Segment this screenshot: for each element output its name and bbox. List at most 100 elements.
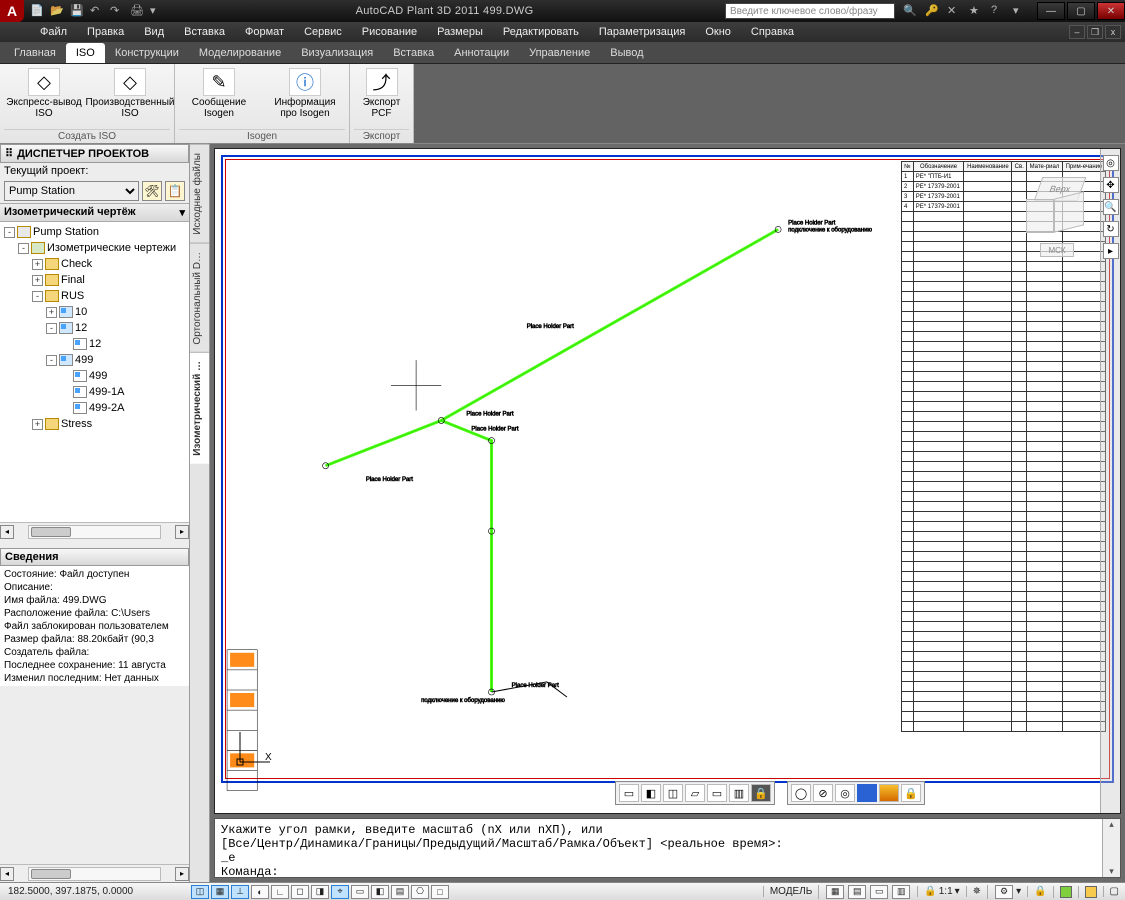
nav-wheel-icon[interactable]: ◎ bbox=[1103, 155, 1119, 171]
menu-format[interactable]: Формат bbox=[235, 24, 294, 40]
menu-help[interactable]: Справка bbox=[741, 24, 804, 40]
save-icon[interactable]: 💾 bbox=[70, 4, 84, 18]
workspace-switch[interactable]: ⚙▾ bbox=[987, 885, 1027, 899]
tree-scrollbar[interactable]: ◂ ▸ bbox=[0, 522, 189, 540]
tree-twisty[interactable]: - bbox=[4, 227, 15, 238]
open-icon[interactable]: 📂 bbox=[50, 4, 64, 18]
panel-grip-icon[interactable]: ⠿ bbox=[5, 147, 13, 160]
scroll-thumb[interactable] bbox=[31, 527, 71, 537]
status-toggle[interactable]: ◨ bbox=[311, 885, 329, 899]
iso-drawings-header[interactable]: Изометрический чертёж ▾ bbox=[0, 203, 189, 222]
viewcube-right[interactable] bbox=[1054, 191, 1084, 232]
redo-icon[interactable]: ↷ bbox=[110, 4, 124, 18]
tree-twisty[interactable]: - bbox=[32, 291, 43, 302]
ribbon-tab-structures[interactable]: Конструкции bbox=[105, 43, 189, 63]
vs-icon[interactable]: ◯ bbox=[791, 784, 811, 802]
tree-label[interactable]: 499-1A bbox=[89, 384, 124, 400]
clean-screen[interactable]: ▢ bbox=[1103, 886, 1125, 897]
layout-icon[interactable]: ▭ bbox=[619, 784, 639, 802]
subscription-icon[interactable]: 🔑 bbox=[925, 4, 939, 18]
favorite-icon[interactable]: ★ bbox=[969, 4, 983, 18]
tree-twisty[interactable]: - bbox=[18, 243, 29, 254]
status-toggle[interactable]: ◐ bbox=[251, 885, 269, 899]
gear-icon[interactable]: ⚙ bbox=[995, 885, 1013, 899]
status-toggle[interactable]: ▤ bbox=[391, 885, 409, 899]
help-icon[interactable]: ? bbox=[991, 4, 1005, 18]
project-tree[interactable]: -Pump Station-Изометрические чертежи+Che… bbox=[0, 222, 189, 522]
model-space-button[interactable]: МОДЕЛЬ bbox=[763, 886, 818, 897]
vs-icon[interactable]: ⊘ bbox=[813, 784, 833, 802]
new-icon[interactable]: 📄 bbox=[30, 4, 44, 18]
menu-view[interactable]: Вид bbox=[134, 24, 174, 40]
status-toggle[interactable]: ⊥ bbox=[231, 885, 249, 899]
tree-label[interactable]: 10 bbox=[75, 304, 87, 320]
commandline[interactable]: Укажите угол рамки, введите масштаб (nX … bbox=[214, 818, 1121, 878]
status-toggle[interactable]: ⌖ bbox=[331, 885, 349, 899]
doc-restore-button[interactable]: ❐ bbox=[1087, 25, 1103, 39]
quickview-drawings-icon[interactable]: ▤ bbox=[848, 885, 866, 899]
layout-icon[interactable]: ◧ bbox=[641, 784, 661, 802]
chevron-down-icon[interactable]: ▾ bbox=[179, 206, 185, 219]
side-tab-source[interactable]: Исходные файлы bbox=[190, 144, 209, 243]
viewcube-wcs[interactable]: МСК bbox=[1040, 243, 1074, 257]
commandline-text[interactable]: Укажите угол рамки, введите масштаб (nX … bbox=[215, 819, 1102, 877]
qat-dropdown-icon[interactable]: ▾ bbox=[150, 4, 164, 18]
project-tool2-icon[interactable]: 📋 bbox=[165, 181, 185, 201]
isogen-message-button[interactable]: ✎Сообщение Isogen bbox=[179, 66, 259, 129]
menu-tools[interactable]: Сервис bbox=[294, 24, 352, 40]
side-tab-ortho[interactable]: Ортогональный D… bbox=[190, 243, 209, 353]
status-toggle[interactable]: ∟ bbox=[271, 885, 289, 899]
ribbon-tab-home[interactable]: Главная bbox=[4, 43, 66, 63]
nav-showmotion-icon[interactable]: ▸ bbox=[1103, 243, 1119, 259]
tree-twisty[interactable]: + bbox=[32, 259, 43, 270]
status-toggle[interactable]: ◫ bbox=[191, 885, 209, 899]
scroll-left-icon[interactable]: ◂ bbox=[0, 867, 14, 881]
quick-iso-button[interactable]: ◇Экспресс-вывод ISO bbox=[4, 66, 84, 129]
vs-icon[interactable]: ◎ bbox=[835, 784, 855, 802]
project-manager-header[interactable]: ⠿ ДИСПЕТЧЕР ПРОЕКТОВ bbox=[0, 144, 189, 163]
leftcol-bottom-scrollbar[interactable]: ◂ ▸ bbox=[0, 864, 189, 882]
tree-label[interactable]: 499 bbox=[75, 352, 93, 368]
ribbon-tab-modeling[interactable]: Моделирование bbox=[189, 43, 291, 63]
ribbon-tab-annotate[interactable]: Аннотации bbox=[444, 43, 519, 63]
tree-label[interactable]: Check bbox=[61, 256, 92, 272]
infocenter-search[interactable]: Введите ключевое слово/фразу bbox=[725, 3, 895, 19]
details-header[interactable]: Сведения bbox=[0, 548, 189, 566]
tree-label[interactable]: 499 bbox=[89, 368, 107, 384]
tree-twisty[interactable]: + bbox=[32, 419, 43, 430]
tree-label[interactable]: 12 bbox=[75, 320, 87, 336]
tree-twisty[interactable]: - bbox=[46, 323, 57, 334]
scroll-left-icon[interactable]: ◂ bbox=[0, 525, 14, 539]
tree-label[interactable]: Pump Station bbox=[33, 224, 99, 240]
undo-icon[interactable]: ↶ bbox=[90, 4, 104, 18]
isolate-objects[interactable] bbox=[1078, 886, 1103, 898]
ribbon-tab-output[interactable]: Вывод bbox=[600, 43, 653, 63]
tree-label[interactable]: 12 bbox=[89, 336, 101, 352]
scroll-thumb[interactable] bbox=[31, 869, 71, 879]
current-project-select[interactable]: Pump Station bbox=[4, 181, 139, 201]
status-toggle[interactable]: ⎔ bbox=[411, 885, 429, 899]
drawing-canvas[interactable]: Place Holder Part Place Holder Part Plac… bbox=[214, 148, 1121, 814]
doc-minimize-button[interactable]: – bbox=[1069, 25, 1085, 39]
tree-twisty[interactable]: + bbox=[46, 307, 57, 318]
tree-label[interactable]: Изометрические чертежи bbox=[47, 240, 176, 256]
export-pcf-button[interactable]: ⤴Экспорт PCF bbox=[354, 66, 409, 129]
menu-dimension[interactable]: Размеры bbox=[427, 24, 493, 40]
layout-icon[interactable]: ▥ bbox=[729, 784, 749, 802]
commandline-scrollbar[interactable]: ▴▾ bbox=[1102, 819, 1120, 877]
doc-close-button[interactable]: x bbox=[1105, 25, 1121, 39]
exchange-icon[interactable]: ✕ bbox=[947, 4, 961, 18]
tree-label[interactable]: Stress bbox=[61, 416, 92, 432]
status-toggle[interactable]: ◧ bbox=[371, 885, 389, 899]
layout-icon[interactable]: ◫ bbox=[663, 784, 683, 802]
toolbar-lock[interactable]: 🔒 bbox=[1027, 886, 1052, 897]
nav-zoom-icon[interactable]: 🔍 bbox=[1103, 199, 1119, 215]
status-toggle[interactable]: □ bbox=[431, 885, 449, 899]
tree-label[interactable]: Final bbox=[61, 272, 85, 288]
ribbon-tab-insert[interactable]: Вставка bbox=[383, 43, 444, 63]
maximize-button[interactable]: ▢ bbox=[1067, 2, 1095, 20]
help-dropdown-icon[interactable]: ▾ bbox=[1013, 4, 1027, 18]
tree-label[interactable]: 499-2A bbox=[89, 400, 124, 416]
status-toggle[interactable]: ◻ bbox=[291, 885, 309, 899]
viewcube-front[interactable] bbox=[1026, 199, 1054, 233]
